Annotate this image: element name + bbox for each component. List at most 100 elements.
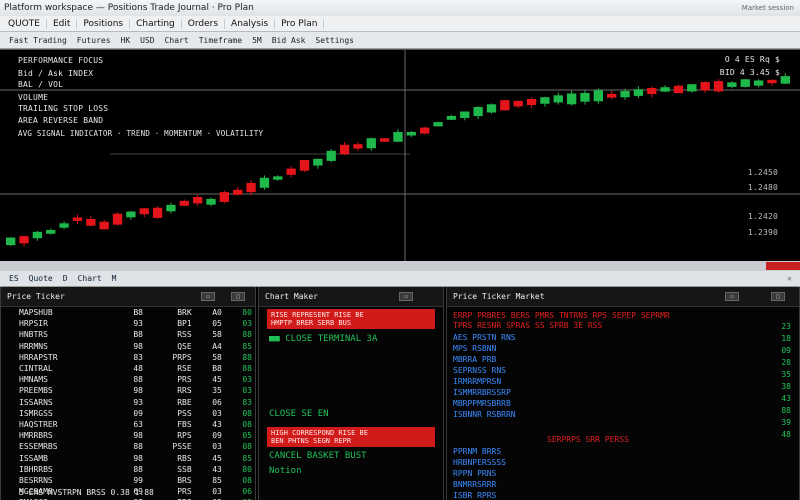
tab-d[interactable]: D — [58, 274, 73, 283]
candle-body — [179, 200, 189, 206]
table-cell: HMRRBRS — [19, 431, 53, 441]
minimize-icon[interactable]: ▭ — [201, 292, 215, 301]
close-icon[interactable]: ✕ — [782, 274, 800, 283]
candle-body — [580, 92, 590, 102]
menu-item-quote[interactable]: QUOTE — [2, 18, 47, 29]
maximize-icon[interactable]: □ — [231, 292, 245, 301]
candle-body — [433, 122, 443, 127]
candle-body — [379, 138, 390, 142]
table-cell: 05 — [242, 431, 252, 441]
ticker-maximize-icon[interactable]: □ — [771, 292, 785, 301]
ticker-side-values: 23 18 09 28 35 38 43 88 39 48 — [781, 321, 791, 441]
order-status-3[interactable]: CANCEL BASKET BUST — [269, 451, 367, 461]
table-row[interactable]: CINTRAL 48 RSE B8 88 — [1, 363, 255, 374]
toolbar-item-chart[interactable]: Chart — [160, 36, 194, 45]
toolbar-item-futures[interactable]: Futures — [72, 36, 116, 45]
table-row[interactable]: HRPSIR 93 BP1 05 03 — [1, 318, 255, 329]
candle-body — [500, 100, 510, 111]
table-cell: 88 — [133, 375, 143, 385]
table-cell: 98 — [133, 341, 143, 351]
table-cell: HRRAPSTR — [19, 352, 58, 362]
table-row[interactable]: HNBTRS B8 RSS 58 88 — [1, 329, 255, 340]
table-row[interactable]: HRRMNS 98 QSE A4 85 — [1, 341, 255, 352]
splitter-close-button[interactable] — [766, 262, 800, 270]
menu-item-orders[interactable]: Orders — [182, 18, 226, 29]
menu-item-charting[interactable]: Charting — [130, 18, 182, 29]
axis-label-2: 1.2480 — [747, 183, 778, 192]
menu-item-positions[interactable]: Positions — [77, 18, 131, 29]
chart-indicator-label: AVG SIGNAL INDICATOR · TREND · MOMENTUM … — [18, 129, 264, 138]
table-row[interactable]: IBHRRBS 88 SSB 43 80 — [1, 464, 255, 475]
toolbar-item-timeframe[interactable]: Timeframe — [194, 36, 247, 45]
candle-body — [713, 81, 724, 92]
order-alert-bar-1[interactable]: RISE REPRESENT RISE BE HMPTP BRER SERB B… — [267, 309, 435, 329]
table-row[interactable]: ESSEMRBS 88 PSSE 03 08 — [1, 441, 255, 452]
ticker-line: AES PRSTN RNS — [453, 333, 516, 342]
ticker-line: BNMRRSRRR — [453, 480, 497, 489]
tab-chart[interactable]: Chart — [73, 274, 107, 283]
candle-body — [233, 189, 243, 195]
table-cell: 35 — [212, 386, 222, 396]
table-cell: 83 — [133, 352, 143, 362]
candle-body — [299, 160, 310, 171]
menu-item-edit[interactable]: Edit — [47, 18, 78, 29]
table-row[interactable]: ISMRGSS 09 PSS 03 08 — [1, 408, 255, 419]
toolbar-item-hk[interactable]: HK — [116, 36, 136, 45]
candle-body — [99, 221, 109, 230]
order-alert-bar-2[interactable]: HIGH CORRESPOND RISE BE BEN PHTNS SEGN R… — [267, 427, 435, 447]
ticker-side-value: 39 — [781, 418, 791, 427]
table-cell: 83 — [242, 397, 252, 407]
tab-es[interactable]: ES — [4, 274, 24, 283]
order-alert-2-line-1: HIGH CORRESPOND RISE BE — [271, 429, 368, 437]
order-status-1: ■■ CLOSE TERMINAL 3A — [269, 334, 378, 344]
table-cell: A4 — [212, 341, 222, 351]
table-cell: 93 — [133, 319, 143, 329]
table-cell: 08 — [242, 476, 252, 486]
candlestick-chart[interactable] — [0, 50, 800, 262]
tab-m[interactable]: M — [107, 274, 122, 283]
table-row[interactable]: BESRRNS 99 BRS 85 08 — [1, 475, 255, 486]
ticker-red-mid: SERPRPS SRR PERSS — [547, 435, 629, 444]
menu-item-pro-plan[interactable]: Pro Plan — [275, 18, 325, 29]
panel-splitter[interactable] — [0, 261, 800, 271]
panel-tab-bar: ES Quote D Chart M ✕ — [0, 271, 800, 287]
order-alert-1-line-1: RISE REPRESENT RISE BE — [271, 311, 364, 319]
table-row[interactable]: MAPSHUB B8 BRK A0 80 — [1, 307, 255, 318]
table-cell: 03 — [212, 487, 222, 497]
table-cell: HRRMNS — [19, 341, 48, 351]
tab-quote[interactable]: Quote — [24, 274, 58, 283]
table-row[interactable]: HMNAMS 88 PRS 45 03 — [1, 374, 255, 385]
toolbar-item-fast-trading[interactable]: Fast Trading — [4, 36, 72, 45]
table-cell: 88 — [242, 352, 252, 362]
table-row[interactable]: ISSARNS 93 RBE 06 83 — [1, 397, 255, 408]
ticker-red-line-2: TPRS RESNR SPRAS SS SPRB 3E RSS — [453, 321, 603, 330]
table-cell: SSB — [177, 464, 192, 474]
table-cell: PREEMBS — [19, 386, 53, 396]
price-chart[interactable]: PERFORMANCE FOCUS Bid / Ask INDEX BAL / … — [0, 49, 800, 262]
table-row[interactable]: PREEMBS 98 RRS 35 03 — [1, 385, 255, 396]
toolbar-item-settings[interactable]: Settings — [310, 36, 359, 45]
order-panel-title: Chart Maker — [265, 292, 318, 301]
window-title-bar: Platform workspace — Positions Trade Jou… — [0, 0, 800, 16]
ticker-side-value: 43 — [781, 394, 791, 403]
toolbar-item-usd[interactable]: USD — [135, 36, 159, 45]
toolbar-item-5m[interactable]: 5M — [247, 36, 267, 45]
table-cell: HRPSIR — [19, 319, 48, 329]
watchlist-table: MAPSHUB B8 BRK A0 80 HRPSIR 93 BP1 05 03 HNBTRS B8 R… — [1, 307, 255, 500]
candle-body — [6, 237, 16, 246]
table-row[interactable]: HMRRBRS 98 RPS 09 05 — [1, 430, 255, 441]
table-row[interactable]: ISSAMB 98 RBS 45 85 — [1, 453, 255, 464]
order-alert-1-line-2: HMPTP BRER SERB BUS — [271, 319, 352, 327]
candle-body — [446, 115, 457, 120]
order-panel-menu-icon[interactable]: ▭ — [399, 292, 413, 301]
table-cell: QSE — [177, 341, 192, 351]
ticker-minimize-icon[interactable]: ▭ — [725, 292, 739, 301]
table-cell: 06 — [242, 487, 252, 497]
ticker-red-line-1: ERRP PRBRES BERS PMRS TNTRNS RPS SEPEP S… — [453, 311, 670, 320]
table-row[interactable]: HRRAPSTR 83 PRPS 58 88 — [1, 352, 255, 363]
window-right-text: Market session — [741, 4, 794, 12]
table-row[interactable]: HAQSTRER 63 FBS 43 08 — [1, 419, 255, 430]
menu-item-analysis[interactable]: Analysis — [225, 18, 276, 29]
table-cell: RSE — [177, 364, 192, 374]
toolbar-item-bid-ask[interactable]: Bid Ask — [267, 36, 311, 45]
